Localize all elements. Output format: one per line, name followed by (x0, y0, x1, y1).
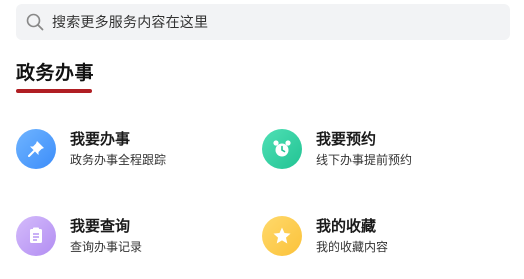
tile-handle-affairs[interactable]: 我要办事 政务办事全程跟踪 (16, 124, 246, 174)
tile-title: 我要办事 (70, 130, 131, 148)
tile-title: 我的收藏 (316, 217, 377, 235)
gov-services-page: 搜索更多服务内容在这里 政务办事 我要办事 政务办事全程跟踪 我要预约 线下办事… (0, 0, 524, 279)
alarm-clock-icon (262, 129, 302, 169)
pin-icon (16, 129, 56, 169)
tile-subtitle: 线下办事提前预约 (316, 153, 413, 167)
tile-subtitle: 我的收藏内容 (316, 240, 389, 254)
search-placeholder: 搜索更多服务内容在这里 (52, 15, 209, 31)
section-title-underline (16, 89, 92, 93)
section-title: 政务办事 (16, 62, 95, 84)
document-icon (16, 216, 56, 256)
tile-title: 我要查询 (70, 217, 131, 235)
tile-subtitle: 政务办事全程跟踪 (70, 153, 167, 167)
tile-favorites[interactable]: 我的收藏 我的收藏内容 (262, 211, 492, 261)
search-bar[interactable]: 搜索更多服务内容在这里 (16, 4, 510, 40)
tile-title: 我要预约 (316, 130, 377, 148)
tile-subtitle: 查询办事记录 (70, 240, 143, 254)
search-icon (26, 13, 44, 31)
star-icon (262, 216, 302, 256)
tile-appointment[interactable]: 我要预约 线下办事提前预约 (262, 124, 492, 174)
tile-query[interactable]: 我要查询 查询办事记录 (16, 211, 246, 261)
